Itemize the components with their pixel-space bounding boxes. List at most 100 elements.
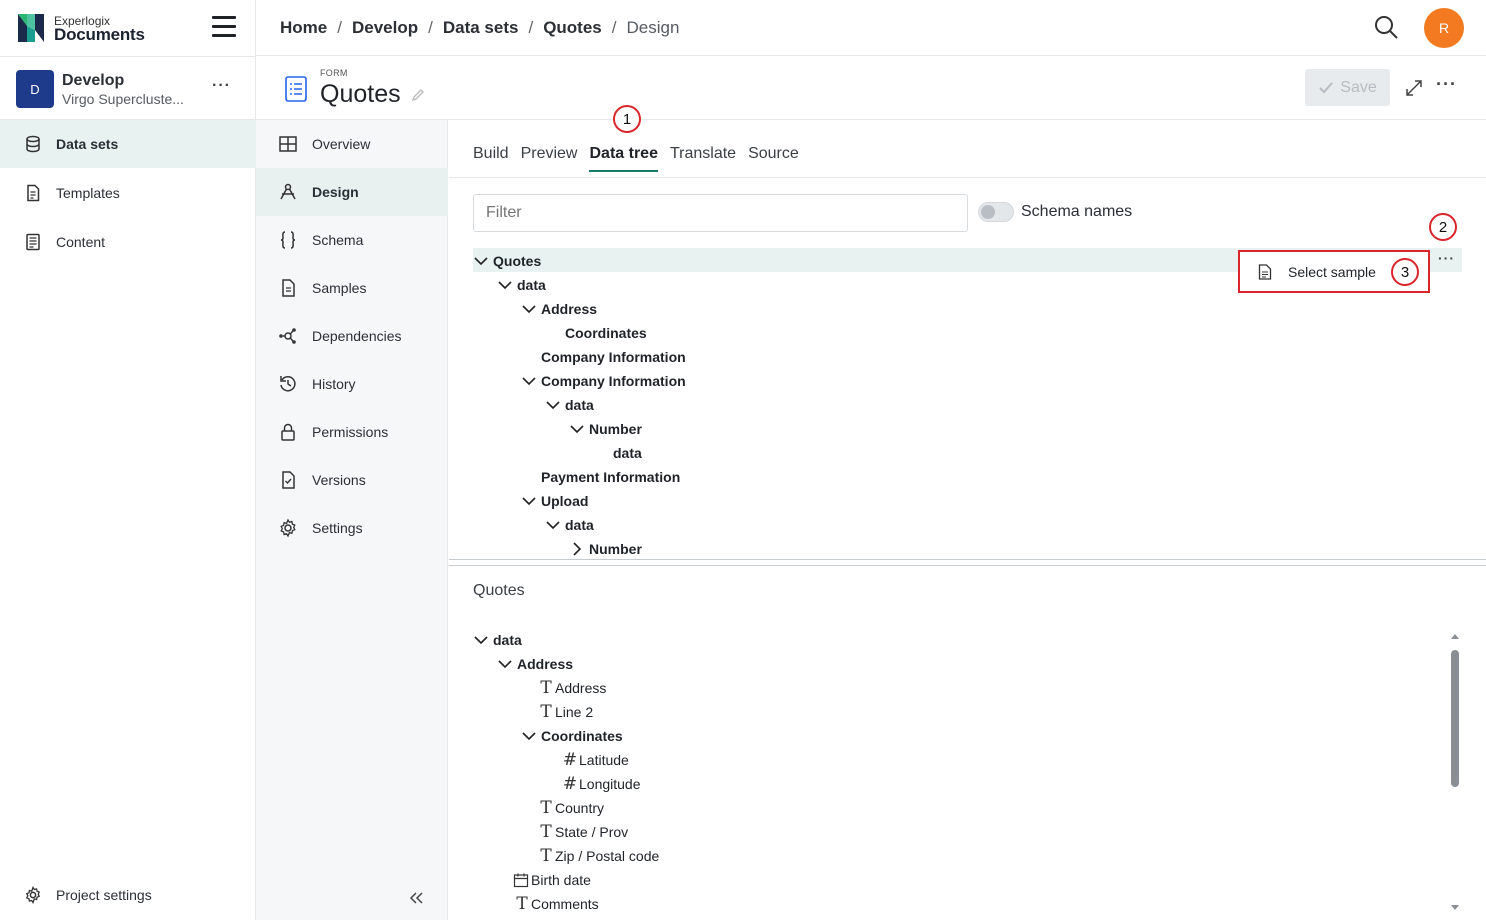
field-row[interactable]: T Zip / Postal code: [537, 844, 659, 868]
tree-node-label: data: [565, 397, 594, 413]
check-icon: [1319, 81, 1334, 93]
field-row[interactable]: T Country: [537, 796, 604, 820]
field-label: State / Prov: [555, 824, 629, 840]
project-badge: D: [16, 70, 54, 108]
filter-input[interactable]: [473, 194, 968, 232]
sidebar-item-templates[interactable]: Templates: [0, 169, 256, 217]
chevron-down-icon[interactable]: [521, 373, 537, 389]
tree-node[interactable]: Quotes: [473, 249, 541, 273]
save-button[interactable]: Save: [1305, 69, 1390, 106]
schema-names-label: Schema names: [1021, 203, 1133, 220]
sidebar-item-content[interactable]: Content: [0, 218, 256, 266]
chevron-down-icon[interactable]: [473, 253, 489, 269]
chevron-down-icon[interactable]: [521, 493, 537, 509]
project-more-button[interactable]: ···: [212, 77, 231, 95]
tree-node[interactable]: Number: [569, 417, 642, 441]
form-more-button[interactable]: ···: [1436, 74, 1457, 95]
chevron-right-icon[interactable]: [569, 541, 585, 557]
pane-splitter[interactable]: [449, 559, 1486, 566]
subnav-item-history[interactable]: History: [256, 360, 448, 408]
tab-data-tree[interactable]: Data tree: [589, 145, 658, 172]
field-row[interactable]: # Longitude: [561, 772, 641, 796]
pencil-icon[interactable]: [411, 88, 425, 102]
experlogix-logo-icon: [18, 14, 44, 42]
chevron-down-icon[interactable]: [569, 421, 585, 437]
subnav-item-samples[interactable]: Samples: [256, 264, 448, 312]
chevron-down-icon[interactable]: [545, 397, 561, 413]
tab-source[interactable]: Source: [748, 145, 799, 172]
tree-node[interactable]: Company Information: [521, 369, 686, 393]
tree-node[interactable]: Address: [521, 297, 597, 321]
user-avatar[interactable]: R: [1424, 8, 1464, 48]
calendar-icon: [513, 872, 531, 888]
schema-names-toggle[interactable]: [978, 202, 1014, 222]
breadcrumb-data-sets[interactable]: Data sets: [443, 18, 519, 38]
tree-node[interactable]: Company Information: [521, 345, 686, 369]
breadcrumb-quotes[interactable]: Quotes: [543, 18, 602, 38]
tree-node[interactable]: Upload: [521, 489, 588, 513]
tree-node[interactable]: data: [545, 393, 594, 417]
field-label: Address: [555, 680, 607, 696]
subnav-item-permissions[interactable]: Permissions: [256, 408, 448, 456]
callout-3: 3: [1391, 258, 1419, 286]
tab-build[interactable]: Build: [473, 145, 509, 172]
search-icon[interactable]: [1373, 14, 1399, 40]
tree-row-more-button[interactable]: ···: [1438, 250, 1455, 266]
app-logo[interactable]: Experlogix Documents: [18, 12, 145, 44]
tree-node[interactable]: data: [497, 273, 546, 297]
scroll-down-icon[interactable]: [1450, 904, 1460, 912]
field-row[interactable]: # Latitude: [561, 748, 629, 772]
collapse-icon[interactable]: [408, 890, 424, 906]
project-subtitle: Virgo Superclust​e...: [62, 91, 184, 107]
chevron-down-icon[interactable]: [497, 277, 513, 293]
tree-node-label: data: [613, 445, 642, 461]
scroll-up-icon[interactable]: [1450, 632, 1460, 640]
document-icon: [282, 279, 295, 297]
tree-node[interactable]: data: [593, 441, 642, 465]
breadcrumb-develop[interactable]: Develop: [352, 18, 418, 38]
expand-icon[interactable]: [1404, 78, 1424, 98]
chevron-down-icon[interactable]: [497, 656, 513, 672]
subnav-item-dependencies[interactable]: Dependencies: [256, 312, 448, 360]
project-switcher[interactable]: D Develop Virgo Superclust​e... ···: [0, 56, 256, 120]
field-label: Birth date: [531, 872, 591, 888]
project-name: Develop: [62, 72, 125, 89]
field-row[interactable]: T State / Prov: [537, 820, 628, 844]
field-row[interactable]: data: [473, 628, 522, 652]
field-row[interactable]: Birth date: [513, 868, 591, 892]
design-icon: [280, 183, 296, 200]
field-row[interactable]: Coordinates: [521, 724, 623, 748]
form-header: FORM Quotes Save ···: [256, 56, 1486, 120]
project-settings-link[interactable]: Project settings: [0, 871, 256, 919]
hamburger-menu-icon[interactable]: [212, 16, 236, 38]
field-row[interactable]: T Address: [537, 676, 606, 700]
chevron-down-icon[interactable]: [473, 632, 489, 648]
callout-2: 2: [1429, 213, 1457, 241]
sidebar-item-label: Content: [56, 234, 106, 250]
select-sample-menu-item[interactable]: Select sample: [1288, 264, 1376, 280]
breadcrumb-home[interactable]: Home: [280, 18, 327, 38]
tree-node[interactable]: Payment Information: [521, 465, 680, 489]
chevron-down-icon[interactable]: [545, 517, 561, 533]
scrollbar-thumb[interactable]: [1451, 650, 1459, 787]
subnav-item-schema[interactable]: Schema: [256, 216, 448, 264]
tab-preview[interactable]: Preview: [521, 145, 578, 172]
tree-node[interactable]: Coordinates: [545, 321, 647, 345]
save-label: Save: [1340, 78, 1377, 96]
subnav-item-design[interactable]: Design: [256, 168, 448, 216]
chevron-down-icon[interactable]: [521, 301, 537, 317]
grid-icon: [279, 136, 297, 152]
tab-translate[interactable]: Translate: [670, 145, 736, 172]
tree-node[interactable]: data: [545, 513, 594, 537]
tree-node[interactable]: Number: [569, 537, 642, 561]
subnav-item-overview[interactable]: Overview: [256, 120, 448, 168]
tree-node-label: Payment Information: [541, 469, 681, 485]
chevron-down-icon[interactable]: [521, 728, 537, 744]
sidebar-item-data-sets[interactable]: Data sets: [0, 120, 256, 168]
field-row[interactable]: Address: [497, 652, 573, 676]
subnav-item-settings[interactable]: Settings: [256, 504, 448, 552]
field-row[interactable]: T Comments: [513, 892, 598, 916]
field-row[interactable]: T Line 2: [537, 700, 593, 724]
subnav-item-versions[interactable]: Versions: [256, 456, 448, 504]
page-title: Quotes: [320, 80, 401, 108]
